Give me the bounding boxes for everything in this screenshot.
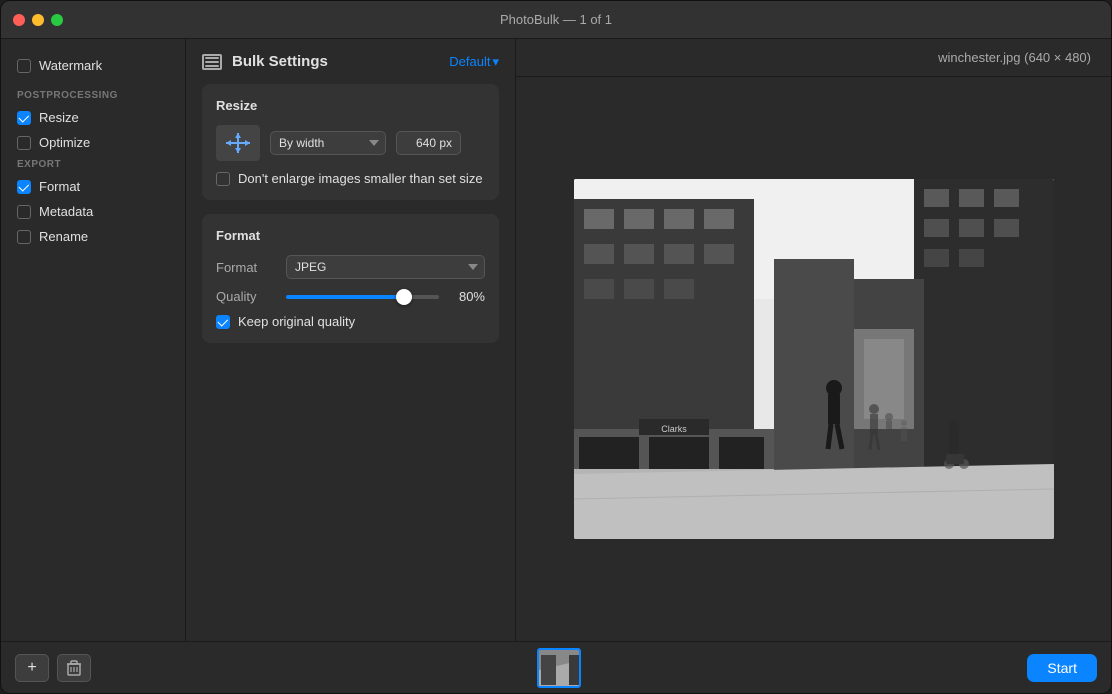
sidebar-item-resize[interactable]: Resize — [1, 105, 185, 130]
format-field-label: Format — [216, 260, 276, 275]
rename-checkbox[interactable] — [17, 230, 31, 244]
optimize-label: Optimize — [39, 135, 90, 150]
quality-value: 80% — [449, 289, 485, 304]
export-label: EXPORT — [1, 155, 185, 174]
maximize-button[interactable] — [51, 14, 63, 26]
bulk-settings-icon — [202, 54, 222, 70]
add-button[interactable]: + — [15, 654, 49, 682]
minimize-button[interactable] — [32, 14, 44, 26]
dont-enlarge-label: Don't enlarge images smaller than set si… — [238, 171, 483, 186]
resize-controls: By width By height By longest side By sh… — [216, 125, 485, 161]
resize-section: Resize — [202, 84, 499, 200]
preset-arrow: ▾ — [492, 54, 499, 70]
sidebar-item-format[interactable]: Format — [1, 174, 185, 199]
format-select[interactable]: JPEG PNG TIFF GIF — [286, 255, 485, 279]
quality-slider-wrap — [286, 295, 439, 299]
sidebar: Watermark POSTPROCESSING Resize Optimize… — [1, 39, 186, 641]
metadata-label: Metadata — [39, 204, 93, 219]
quality-row: Quality 80% — [216, 289, 485, 304]
preview-header: winchester.jpg (640 × 480) — [516, 39, 1111, 77]
keep-quality-row: Keep original quality — [216, 314, 485, 329]
resize-checkbox[interactable] — [17, 111, 31, 125]
preview-image-container: Clarks — [574, 179, 1054, 539]
window-title: PhotoBulk — 1 of 1 — [500, 12, 612, 27]
resize-method-select[interactable]: By width By height By longest side By sh… — [270, 131, 386, 155]
postprocessing-label: POSTPROCESSING — [1, 86, 185, 105]
titlebar: PhotoBulk — 1 of 1 — [1, 1, 1111, 39]
resize-section-title: Resize — [216, 98, 485, 113]
format-checkbox[interactable] — [17, 180, 31, 194]
format-row: Format JPEG PNG TIFF GIF — [216, 255, 485, 279]
preview-image: Clarks — [574, 179, 1054, 539]
metadata-checkbox[interactable] — [17, 205, 31, 219]
optimize-checkbox[interactable] — [17, 136, 31, 150]
main-area: Watermark POSTPROCESSING Resize Optimize… — [1, 39, 1111, 641]
sidebar-item-rename[interactable]: Rename — [1, 224, 185, 249]
keep-quality-checkbox[interactable] — [216, 315, 230, 329]
resize-icon — [216, 125, 260, 161]
sidebar-item-watermark[interactable]: Watermark — [1, 53, 185, 78]
trash-icon — [67, 660, 81, 676]
watermark-checkbox[interactable] — [17, 59, 31, 73]
preset-dropdown[interactable]: Default ▾ — [449, 54, 499, 70]
quality-label: Quality — [216, 289, 276, 304]
bottom-toolbar: + — [1, 641, 1111, 693]
dont-enlarge-checkbox[interactable] — [216, 172, 230, 186]
thumbnail-image — [539, 650, 581, 688]
watermark-label: Watermark — [39, 58, 102, 73]
settings-panel: Bulk Settings Default ▾ Resize — [186, 39, 516, 641]
dont-enlarge-row: Don't enlarge images smaller than set si… — [216, 171, 485, 186]
settings-header: Bulk Settings Default ▾ — [202, 39, 499, 84]
toolbar-center — [537, 648, 581, 688]
format-section-title: Format — [216, 228, 485, 243]
format-label: Format — [39, 179, 80, 194]
preview-panel: winchester.jpg (640 × 480) — [516, 39, 1111, 641]
format-section: Format Format JPEG PNG TIFF GIF Quality — [202, 214, 499, 343]
resize-size-input[interactable] — [396, 131, 461, 155]
delete-button[interactable] — [57, 654, 91, 682]
svg-text:Clarks: Clarks — [661, 424, 687, 434]
settings-header-left: Bulk Settings — [202, 53, 328, 70]
sidebar-item-metadata[interactable]: Metadata — [1, 199, 185, 224]
sidebar-item-optimize[interactable]: Optimize — [1, 130, 185, 155]
start-button[interactable]: Start — [1027, 654, 1097, 682]
rename-label: Rename — [39, 229, 88, 244]
app-window: PhotoBulk — 1 of 1 Watermark POSTPROCESS… — [0, 0, 1112, 694]
content-columns: Bulk Settings Default ▾ Resize — [186, 39, 1111, 641]
quality-slider[interactable] — [286, 295, 439, 299]
bulk-settings-title: Bulk Settings — [232, 53, 328, 70]
thumbnail-item[interactable] — [537, 648, 581, 688]
traffic-lights — [13, 14, 63, 26]
close-button[interactable] — [13, 14, 25, 26]
thumbnail-strip — [537, 648, 581, 688]
resize-label: Resize — [39, 110, 79, 125]
preview-filename: winchester.jpg (640 × 480) — [938, 50, 1091, 65]
keep-quality-label: Keep original quality — [238, 314, 355, 329]
preset-label: Default — [449, 54, 490, 69]
toolbar-left: + — [15, 654, 91, 682]
preview-image-area: Clarks — [516, 77, 1111, 641]
